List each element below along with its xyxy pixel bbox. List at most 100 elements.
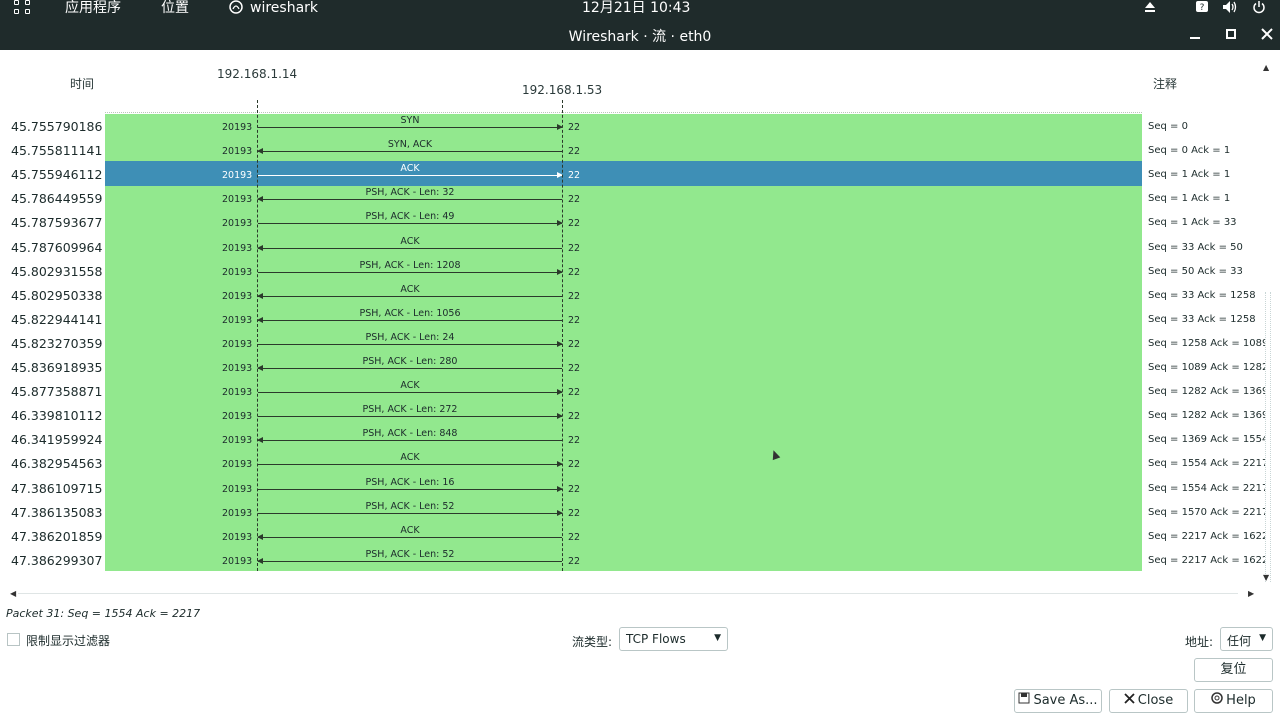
applications-menu[interactable]: 应用程序 [65, 0, 121, 16]
row-time[interactable]: 45.786449559 [11, 191, 103, 206]
row-packet-label[interactable]: PSH, ACK - Len: 24 [258, 332, 562, 343]
scroll-left-icon[interactable]: ◀ [10, 590, 16, 598]
row-packet-label[interactable]: SYN, ACK [258, 139, 562, 150]
flow-arrow-right[interactable] [258, 268, 563, 275]
vertical-scrollbar[interactable]: ▲ ▼ [1260, 62, 1274, 582]
row-time[interactable]: 45.823270359 [11, 336, 103, 351]
row-time[interactable]: 47.386109715 [11, 481, 103, 496]
row-packet-label[interactable]: PSH, ACK - Len: 1056 [258, 308, 562, 319]
row-comment[interactable]: Seq = 33 Ack = 1258 [1148, 314, 1268, 325]
flow-arrow-right[interactable] [258, 485, 563, 492]
row-time[interactable]: 47.386201859 [11, 529, 103, 544]
limit-filter-label[interactable]: 限制显示过滤器 [26, 632, 110, 649]
flow-arrow-left[interactable] [257, 292, 562, 299]
row-packet-label[interactable]: SYN [258, 115, 562, 126]
eject-icon[interactable] [1143, 0, 1157, 18]
address-select[interactable]: 任何 ▼ [1220, 627, 1273, 651]
flow-arrow-left[interactable] [257, 316, 562, 323]
row-time[interactable]: 45.822944141 [11, 312, 103, 327]
row-comment[interactable]: Seq = 1089 Ack = 1282 [1148, 362, 1268, 373]
flow-arrow-right[interactable] [258, 461, 563, 468]
minimize-icon[interactable] [1187, 26, 1203, 42]
places-menu[interactable]: 位置 [161, 0, 189, 16]
row-comment[interactable]: Seq = 1258 Ack = 1089 [1148, 338, 1268, 349]
volume-icon[interactable] [1222, 0, 1238, 18]
flow-arrow-right[interactable] [258, 172, 563, 179]
row-time[interactable]: 46.341959924 [11, 432, 103, 447]
row-packet-label[interactable]: ACK [258, 284, 562, 295]
help-icon[interactable]: ? [1195, 0, 1209, 18]
row-time[interactable]: 45.787593677 [11, 215, 103, 230]
row-packet-label[interactable]: PSH, ACK - Len: 848 [258, 428, 562, 439]
hscroll-track[interactable] [18, 593, 1238, 594]
row-time[interactable]: 45.755811141 [11, 143, 103, 158]
row-time[interactable]: 45.755946112 [11, 167, 103, 182]
row-comment[interactable]: Seq = 1 Ack = 33 [1148, 217, 1268, 228]
row-time[interactable]: 47.386135083 [11, 505, 103, 520]
maximize-icon[interactable] [1223, 26, 1239, 42]
flow-arrow-right[interactable] [258, 340, 563, 347]
row-packet-label[interactable]: PSH, ACK - Len: 272 [258, 404, 562, 415]
row-packet-label[interactable]: ACK [258, 452, 562, 463]
row-packet-label[interactable]: PSH, ACK - Len: 1208 [258, 260, 562, 271]
row-comment[interactable]: Seq = 1554 Ack = 2217 [1148, 483, 1268, 494]
flow-type-select[interactable]: TCP Flows ▼ [619, 627, 728, 651]
row-packet-label[interactable]: PSH, ACK - Len: 52 [258, 501, 562, 512]
row-time[interactable]: 45.836918935 [11, 360, 103, 375]
flow-arrow-left[interactable] [257, 365, 562, 371]
row-packet-label[interactable]: ACK [258, 236, 562, 247]
row-comment[interactable]: Seq = 1 Ack = 1 [1148, 193, 1268, 204]
row-packet-label[interactable]: PSH, ACK - Len: 16 [258, 477, 562, 488]
save-as-button[interactable]: Save As... [1014, 689, 1102, 713]
row-packet-label[interactable]: ACK [258, 525, 562, 536]
row-packet-label[interactable]: PSH, ACK - Len: 52 [258, 549, 562, 560]
row-comment[interactable]: Seq = 50 Ack = 33 [1148, 266, 1268, 277]
row-packet-label[interactable]: PSH, ACK - Len: 49 [258, 211, 562, 222]
row-comment[interactable]: Seq = 33 Ack = 1258 [1148, 290, 1268, 301]
row-time[interactable]: 45.802931558 [11, 264, 103, 279]
flow-arrow-right[interactable] [258, 509, 563, 516]
row-comment[interactable]: Seq = 1 Ack = 1 [1148, 169, 1268, 180]
app-grid-icon[interactable] [14, 0, 34, 16]
row-comment[interactable]: Seq = 33 Ack = 50 [1148, 242, 1268, 253]
row-comment[interactable]: Seq = 1282 Ack = 1369 [1148, 410, 1268, 421]
flow-arrow-left[interactable] [257, 148, 562, 155]
flow-arrow-left[interactable] [257, 437, 562, 444]
flow-arrow-left[interactable] [257, 196, 562, 203]
row-packet-label[interactable]: ACK [258, 163, 562, 174]
row-comment[interactable]: Seq = 2217 Ack = 1622 [1148, 555, 1268, 566]
horizontal-scrollbar[interactable]: ◀ ▶ [6, 588, 1256, 600]
help-button[interactable]: Help [1194, 689, 1273, 713]
row-packet-label[interactable]: ACK [258, 380, 562, 391]
row-comment[interactable]: Seq = 1570 Ack = 2217 [1148, 507, 1268, 518]
scroll-thumb[interactable] [1265, 292, 1271, 582]
row-comment[interactable]: Seq = 0 Ack = 1 [1148, 145, 1268, 156]
flow-arrow-left[interactable] [257, 557, 562, 564]
close-icon[interactable] [1259, 26, 1275, 42]
row-comment[interactable]: Seq = 0 [1148, 121, 1268, 132]
row-comment[interactable]: Seq = 1369 Ack = 1554 [1148, 434, 1268, 445]
row-time[interactable]: 46.339810112 [11, 408, 103, 423]
row-time[interactable]: 45.755790186 [11, 119, 103, 134]
reset-button[interactable]: 复位 [1194, 658, 1273, 682]
row-comment[interactable]: Seq = 1282 Ack = 1369 [1148, 386, 1268, 397]
row-time[interactable]: 45.787609964 [11, 240, 103, 255]
flow-arrow-left[interactable] [257, 244, 562, 251]
row-comment[interactable]: Seq = 2217 Ack = 1622 [1148, 531, 1268, 542]
row-packet-label[interactable]: PSH, ACK - Len: 32 [258, 187, 562, 198]
close-button[interactable]: Close [1109, 689, 1188, 713]
clock[interactable]: 12月21日 10:43 [582, 0, 690, 16]
active-app-name[interactable]: wireshark [250, 0, 318, 16]
scroll-right-icon[interactable]: ▶ [1248, 590, 1254, 598]
scroll-down-icon[interactable]: ▼ [1263, 574, 1269, 582]
row-packet-label[interactable]: PSH, ACK - Len: 280 [258, 356, 562, 367]
scroll-up-icon[interactable]: ▲ [1263, 64, 1269, 72]
limit-filter-checkbox[interactable] [7, 633, 20, 646]
flow-arrow-right[interactable] [258, 413, 563, 420]
row-time[interactable]: 45.877358871 [11, 384, 103, 399]
row-time[interactable]: 46.382954563 [11, 456, 103, 471]
flow-arrow-right[interactable] [258, 124, 563, 130]
row-comment[interactable]: Seq = 1554 Ack = 2217 [1148, 458, 1268, 469]
flow-arrow-right[interactable] [258, 389, 563, 396]
row-time[interactable]: 45.802950338 [11, 288, 103, 303]
